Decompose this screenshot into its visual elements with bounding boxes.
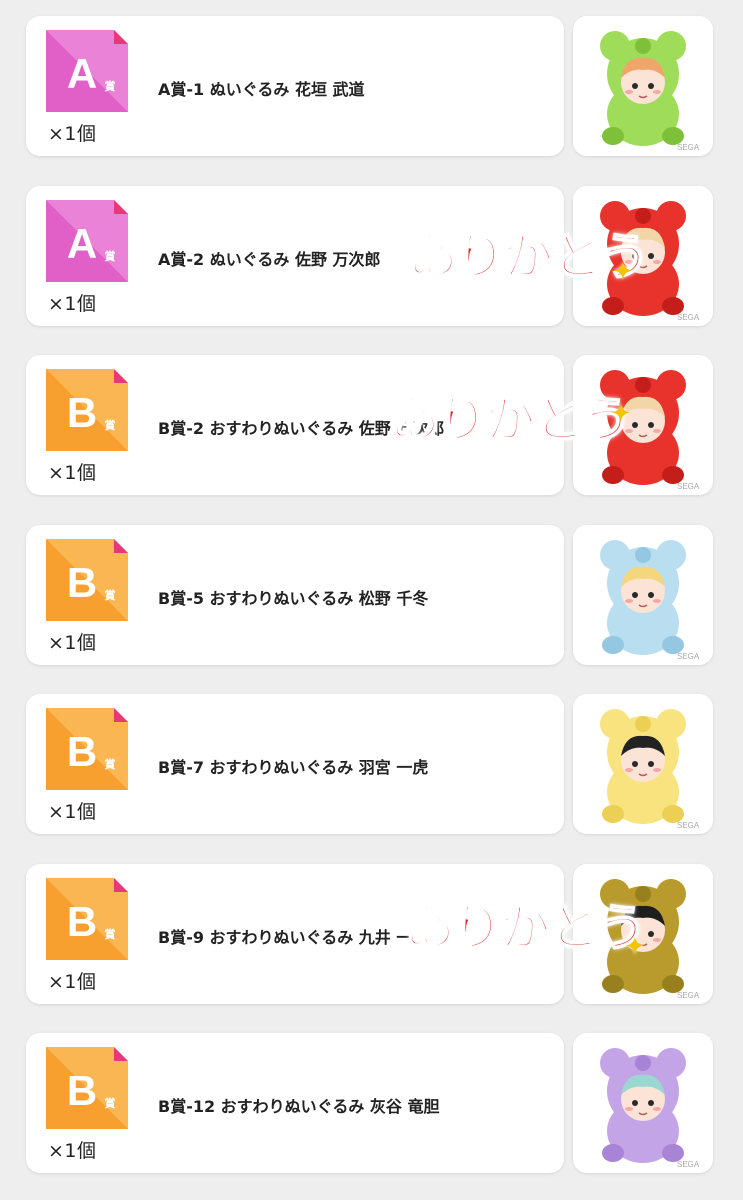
sega-watermark: SEGA (677, 991, 700, 1000)
prize-tier-badge: B 賞 (46, 878, 128, 960)
prize-thumbnail[interactable]: SEGA (573, 16, 713, 156)
prize-quantity: ×1個 (48, 123, 97, 145)
sparkle-icon: ✦ (612, 257, 634, 287)
plush-image: SEGA (573, 1033, 713, 1173)
prize-row: B 賞 ×1個 B賞-7 おすわりぬいぐるみ 羽宮 一虎 SEGA (0, 694, 743, 834)
prize-tier-badge: B 賞 (46, 708, 128, 790)
prize-quantity: ×1個 (48, 971, 97, 993)
plush-image: SEGA (573, 694, 713, 834)
prize-tier-letter: B (67, 898, 97, 945)
prize-card[interactable]: B 賞 ×1個 B賞-7 おすわりぬいぐるみ 羽宮 一虎 (26, 694, 564, 834)
prize-row: B 賞 ×1個 B賞-12 おすわりぬいぐるみ 灰谷 竜胆 SEGA (0, 1033, 743, 1173)
prize-tier-letter: A (67, 220, 97, 267)
prize-quantity: ×1個 (48, 293, 97, 315)
prize-tier-suffix: 賞 (105, 1096, 116, 1110)
prize-card[interactable]: B 賞 ×1個 B賞-5 おすわりぬいぐるみ 松野 千冬 (26, 525, 564, 665)
prize-name: A賞-2 ぬいぐるみ 佐野 万次郎 (158, 250, 381, 269)
prize-name: B賞-7 おすわりぬいぐるみ 羽宮 一虎 (158, 758, 429, 777)
prize-quantity: ×1個 (48, 1140, 97, 1162)
prize-row: B 賞 ×1個 B賞-5 おすわりぬいぐるみ 松野 千冬 SEGA (0, 525, 743, 665)
prize-thumbnail[interactable]: SEGA (573, 1033, 713, 1173)
prize-tier-suffix: 賞 (105, 588, 116, 602)
prize-tier-badge: B 賞 (46, 539, 128, 621)
prize-card[interactable]: B 賞 ×1個 B賞-12 おすわりぬいぐるみ 灰谷 竜胆 (26, 1033, 564, 1173)
thanks-stamp: ありがとう (389, 390, 633, 450)
prize-tier-suffix: 賞 (105, 757, 116, 771)
prize-tier-badge: A 賞 (46, 200, 128, 282)
prize-thumbnail[interactable]: SEGA (573, 525, 713, 665)
prize-tier-badge: B 賞 (46, 369, 128, 451)
prize-quantity: ×1個 (48, 801, 97, 823)
sparkle-icon: ✦ (624, 932, 646, 962)
prize-tier-letter: B (67, 559, 97, 606)
plush-image: SEGA (573, 525, 713, 665)
prize-tier-letter: B (67, 389, 97, 436)
prize-tier-letter: B (67, 1067, 97, 1114)
prize-quantity: ×1個 (48, 462, 97, 484)
prize-thumbnail[interactable]: SEGA (573, 694, 713, 834)
plush-image: SEGA (573, 16, 713, 156)
sega-watermark: SEGA (677, 1160, 700, 1169)
prize-tier-suffix: 賞 (105, 418, 116, 432)
prize-row: A 賞 ×1個 A賞-1 ぬいぐるみ 花垣 武道 SEGA (0, 16, 743, 156)
prize-quantity: ×1個 (48, 632, 97, 654)
prize-name: A賞-1 ぬいぐるみ 花垣 武道 (158, 80, 365, 99)
prize-name: B賞-5 おすわりぬいぐるみ 松野 千冬 (158, 589, 429, 608)
sega-watermark: SEGA (677, 482, 700, 491)
prize-tier-letter: B (67, 728, 97, 775)
prize-tier-suffix: 賞 (105, 249, 116, 263)
prize-tier-badge: A 賞 (46, 30, 128, 112)
sega-watermark: SEGA (677, 313, 700, 322)
prize-tier-suffix: 賞 (105, 927, 116, 941)
sega-watermark: SEGA (677, 143, 700, 152)
prize-name: B賞-9 おすわりぬいぐるみ 九井 一 (158, 928, 413, 947)
prize-name: B賞-12 おすわりぬいぐるみ 灰谷 竜胆 (158, 1097, 440, 1116)
sparkle-icon: ✦ (610, 399, 632, 429)
prize-tier-badge: B 賞 (46, 1047, 128, 1129)
sega-watermark: SEGA (677, 821, 700, 830)
prize-tier-suffix: 賞 (105, 79, 116, 93)
sega-watermark: SEGA (677, 652, 700, 661)
prize-tier-letter: A (67, 50, 97, 97)
thanks-stamp: ありがとう (404, 898, 648, 958)
prize-card[interactable]: A 賞 ×1個 A賞-1 ぬいぐるみ 花垣 武道 (26, 16, 564, 156)
